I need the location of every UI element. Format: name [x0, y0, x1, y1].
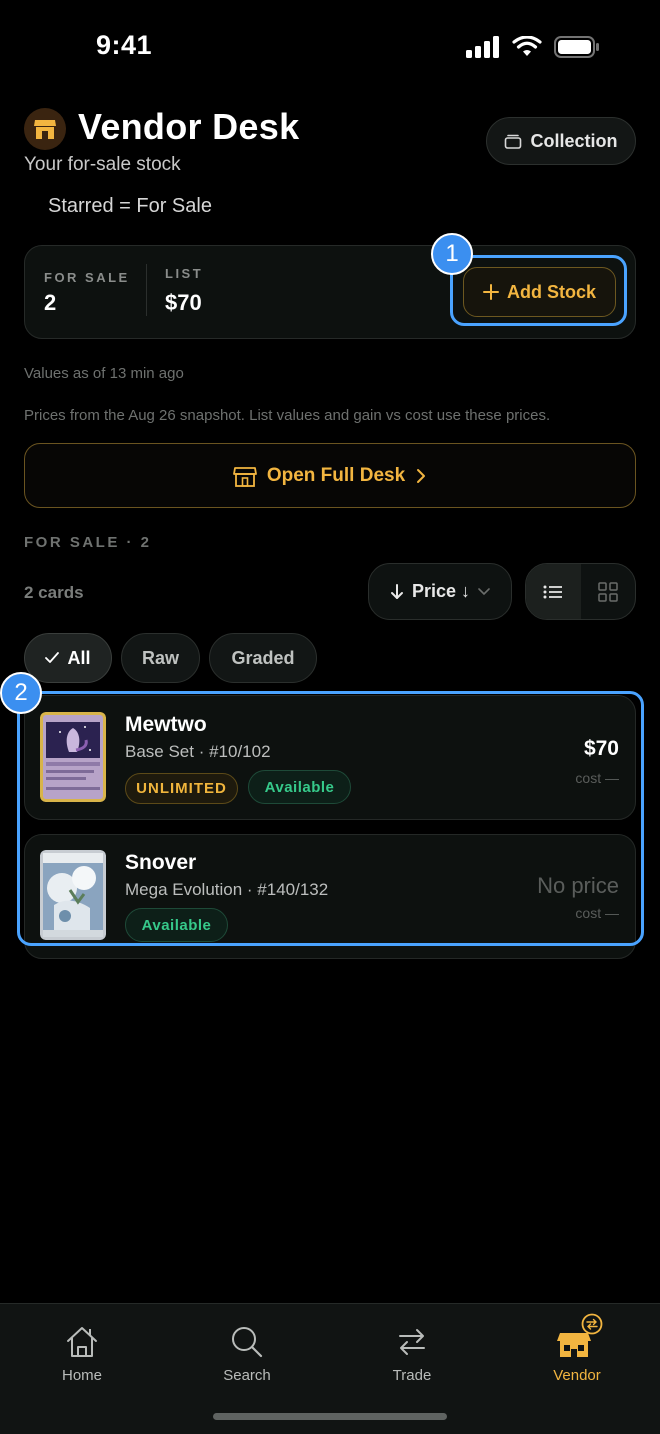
- filter-chip-raw[interactable]: Raw: [121, 633, 200, 683]
- sort-label: Price ↓: [411, 581, 471, 601]
- list-view-button[interactable]: [526, 564, 581, 619]
- card-count: 2 cards: [24, 583, 84, 602]
- vendor-store-icon: [24, 108, 66, 150]
- tab-label: Home: [61, 1367, 102, 1384]
- swap-badge-icon: [581, 1313, 603, 1335]
- status-icons: [466, 36, 600, 58]
- search-icon: [232, 1327, 263, 1358]
- annotation-badge-1: 1: [431, 233, 473, 275]
- tab-search[interactable]: Search: [192, 1325, 302, 1384]
- add-stock-button[interactable]: Add Stock: [463, 267, 616, 317]
- section-label: FOR SALE · 2: [24, 534, 152, 551]
- collection-icon: [505, 134, 522, 149]
- chevron-right-icon: [417, 468, 426, 483]
- list-label: LIST: [165, 266, 204, 281]
- filter-chip-label: Raw: [141, 647, 179, 668]
- filter-chip-all[interactable]: All: [24, 633, 112, 683]
- grid-icon: [598, 581, 618, 602]
- checkmark-icon: [45, 652, 60, 663]
- list-icon: [543, 585, 563, 598]
- values-updated-text: Values as of 13 min ago: [24, 365, 184, 382]
- chevron-down-icon: [478, 587, 490, 595]
- collection-button[interactable]: Collection: [486, 117, 636, 165]
- store-icon: [232, 466, 257, 487]
- filter-chip-graded[interactable]: Graded: [209, 633, 317, 683]
- tab-trade[interactable]: Trade: [357, 1325, 467, 1384]
- for-sale-label: FOR SALE: [44, 270, 130, 285]
- snapshot-note: Prices from the Aug 26 snapshot. List va…: [24, 407, 551, 424]
- home-icon: [67, 1327, 97, 1357]
- view-toggle: [525, 563, 636, 620]
- tab-label: Search: [223, 1367, 271, 1384]
- arrow-down-icon: [390, 583, 403, 599]
- grid-view-button[interactable]: [581, 564, 636, 619]
- plus-icon: [482, 284, 499, 300]
- stat-divider: [146, 264, 147, 316]
- for-sale-value: 2: [44, 290, 57, 315]
- sort-price-button[interactable]: Price ↓: [368, 563, 512, 620]
- home-indicator[interactable]: [213, 1413, 447, 1420]
- filter-chip-label: All: [67, 647, 91, 668]
- starred-note: Starred = For Sale: [48, 195, 212, 217]
- open-full-desk-label: Open Full Desk: [266, 464, 406, 486]
- tab-label: Vendor: [553, 1367, 601, 1384]
- page-title: Vendor Desk: [78, 106, 300, 147]
- page-subtitle: Your for-sale stock: [24, 154, 181, 175]
- list-value: $70: [165, 290, 202, 315]
- add-stock-label: Add Stock: [506, 281, 596, 302]
- tab-vendor[interactable]: Vendor: [522, 1313, 632, 1384]
- annotation-badge-2: 2: [0, 672, 42, 714]
- wifi-icon: [512, 36, 542, 56]
- vendor-tab-icon-wrap: [557, 1313, 603, 1359]
- tab-home[interactable]: Home: [27, 1325, 137, 1384]
- tab-label: Trade: [392, 1367, 432, 1384]
- battery-icon: [554, 36, 599, 58]
- filter-chip-label: Graded: [231, 647, 295, 668]
- cellular-signal-icon: [466, 36, 499, 58]
- collection-label: Collection: [530, 130, 618, 151]
- highlight-box-2: [17, 691, 644, 946]
- open-full-desk-button[interactable]: Open Full Desk: [24, 443, 636, 508]
- trade-icon: [399, 1329, 425, 1355]
- status-time: 9:41: [96, 30, 153, 60]
